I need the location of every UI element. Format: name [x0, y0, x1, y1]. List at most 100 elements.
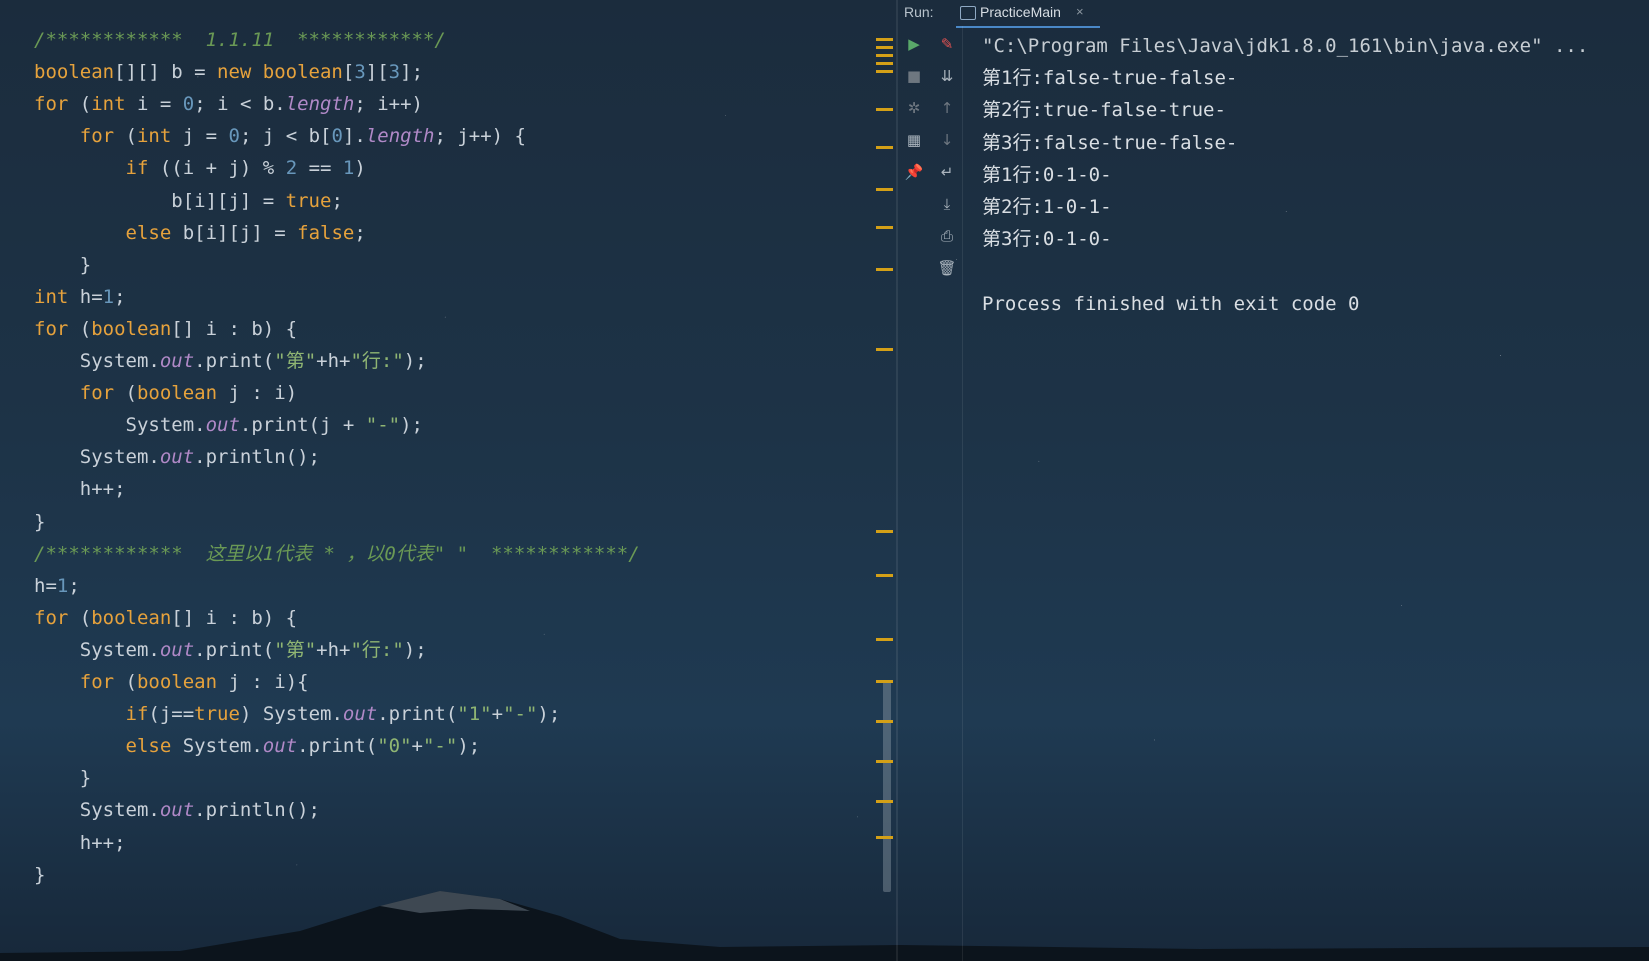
warning-marker[interactable]	[876, 720, 893, 723]
code-line[interactable]: System.out.println();	[34, 441, 320, 473]
warning-marker[interactable]	[876, 638, 893, 641]
code-token: out	[205, 414, 240, 437]
editor-scrollbar-thumb[interactable]	[883, 680, 891, 892]
warning-marker[interactable]	[876, 800, 893, 803]
code-line[interactable]: for (boolean j : i){	[34, 666, 309, 698]
code-token: j : i)	[217, 382, 298, 405]
code-line[interactable]: if(j==true) System.out.print("1"+"-");	[34, 698, 561, 730]
code-token: j : i){	[217, 671, 309, 693]
code-token: System.	[171, 735, 263, 758]
code-token: ; j < b[	[239, 125, 332, 148]
code-token: );	[403, 350, 427, 372]
code-line[interactable]: }	[34, 506, 45, 538]
warning-marker[interactable]	[876, 62, 893, 65]
code-token: "-"	[422, 735, 458, 758]
warning-marker[interactable]	[876, 268, 893, 271]
code-token: out	[159, 799, 195, 822]
code-line[interactable]: }	[34, 859, 45, 891]
code-token: "-"	[503, 703, 538, 726]
code-line[interactable]: b[i][j] = true;	[34, 185, 343, 217]
code-line[interactable]: if ((i + j) % 2 == 1)	[34, 152, 366, 184]
code-editor[interactable]: /************ 1.1.11 ************/ boolea…	[0, 0, 880, 961]
code-token: int	[91, 93, 126, 116]
warning-marker[interactable]	[876, 760, 893, 763]
code-token: b[i][j] =	[171, 221, 298, 244]
rerun-icon[interactable]: ▶	[899, 30, 929, 58]
code-token: int	[34, 285, 69, 308]
console-output[interactable]: "C:\Program Files\Java\jdk1.8.0_161\bin\…	[966, 30, 1649, 961]
warning-marker[interactable]	[876, 574, 893, 577]
code-line[interactable]: h++;	[34, 827, 126, 859]
code-token: boolean	[136, 382, 218, 405]
warning-marker[interactable]	[876, 226, 893, 229]
code-token: ];	[400, 61, 424, 84]
code-line[interactable]: System.out.print("第"+h+"行:");	[34, 634, 427, 666]
settings-icon[interactable]: ✲	[899, 94, 929, 122]
code-token: +	[411, 735, 423, 758]
code-line[interactable]: else b[i][j] = false;	[34, 217, 366, 249]
warning-marker[interactable]	[876, 348, 893, 351]
code-line[interactable]: for (boolean[] i : b) {	[34, 313, 297, 345]
warning-marker[interactable]	[876, 46, 893, 49]
warning-marker[interactable]	[876, 530, 893, 533]
code-line[interactable]: for (int i = 0; i < b.length; i++)	[34, 88, 423, 120]
warning-marker[interactable]	[876, 146, 893, 149]
code-token: (	[68, 317, 92, 340]
code-token: boolean	[91, 317, 172, 340]
code-line[interactable]: for (boolean j : i)	[34, 377, 297, 409]
warning-marker[interactable]	[876, 108, 893, 111]
code-line[interactable]: }	[34, 249, 91, 281]
code-line[interactable]: boolean[][] b = new boolean[3][3];	[34, 56, 423, 88]
code-token: if	[125, 703, 149, 726]
up-arrow-icon[interactable]: ↑	[932, 94, 962, 122]
warning-marker[interactable]	[876, 680, 893, 683]
code-line[interactable]: /************ 这里以1代表 * ，以0代表" " ********…	[34, 538, 640, 570]
code-line[interactable]: int h=1;	[34, 281, 126, 313]
warning-marker[interactable]	[876, 836, 893, 839]
code-token: "第"	[274, 350, 317, 372]
print-icon[interactable]: ⎙	[932, 222, 962, 250]
stop-icon[interactable]: ■	[899, 62, 929, 90]
code-line[interactable]: for (boolean[] i : b) {	[34, 602, 297, 634]
code-token: true	[194, 703, 240, 726]
down-arrow-icon[interactable]: ↓	[932, 126, 962, 154]
code-token: for	[79, 125, 115, 148]
code-token: h++;	[34, 478, 126, 501]
warning-marker[interactable]	[876, 38, 893, 41]
code-line[interactable]: }	[34, 762, 91, 794]
code-token: );	[457, 735, 481, 758]
layout-icon[interactable]: ▦	[899, 126, 929, 154]
code-token: out	[159, 446, 195, 469]
code-token: System.	[34, 799, 160, 822]
code-line[interactable]: h=1;	[34, 570, 80, 602]
code-line[interactable]: System.out.print(j + "-");	[34, 409, 423, 441]
code-token: /************ 1.1.11 ************/	[34, 29, 446, 51]
code-line[interactable]: else System.out.print("0"+"-");	[34, 730, 481, 762]
edit-config-icon[interactable]: ✎	[932, 30, 962, 58]
pin-icon[interactable]: 📌	[899, 158, 929, 186]
warning-marker[interactable]	[876, 54, 893, 57]
warning-marker[interactable]	[876, 188, 893, 191]
code-line[interactable]: for (int j = 0; j < b[0].length; j++) {	[34, 120, 526, 152]
code-line[interactable]: System.out.println();	[34, 794, 320, 826]
run-tab-practicemain[interactable]: PracticeMain ×	[956, 0, 1100, 28]
code-token: System.	[34, 446, 160, 469]
code-token: h++;	[34, 831, 126, 854]
code-line[interactable]: /************ 1.1.11 ************/	[34, 24, 446, 56]
run-label: Run:	[904, 4, 934, 20]
sort-icon[interactable]: ⇊	[932, 62, 962, 90]
trash-icon[interactable]: 🗑	[932, 254, 962, 282]
code-line[interactable]: System.out.print("第"+h+"行:");	[34, 345, 427, 377]
code-line[interactable]: h++;	[34, 473, 126, 505]
code-token: 3	[354, 61, 366, 84]
panel-divider[interactable]	[896, 0, 898, 961]
warning-marker[interactable]	[876, 70, 893, 73]
code-token: for	[34, 317, 69, 340]
scroll-to-end-icon[interactable]: ⤓	[932, 190, 962, 218]
code-token: System.	[34, 350, 160, 372]
soft-wrap-icon[interactable]: ↵	[932, 158, 962, 186]
close-icon[interactable]: ×	[1076, 4, 1084, 19]
